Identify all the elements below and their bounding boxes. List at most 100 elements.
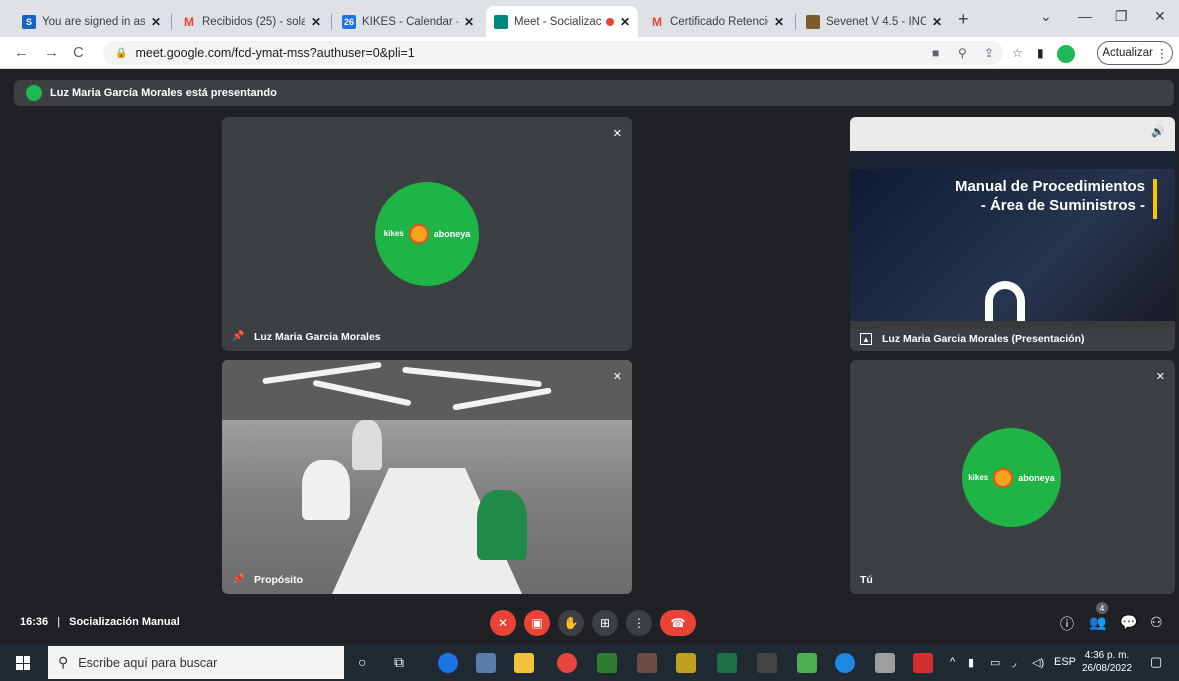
profile-avatar[interactable] [1057, 45, 1075, 63]
acrobat-icon[interactable] [913, 653, 933, 673]
app-icon[interactable] [637, 653, 657, 673]
calendar-icon: 26 [342, 14, 356, 29]
person-right [477, 490, 527, 560]
close-window-button[interactable]: ✕ [1154, 8, 1166, 25]
hand-icon: ✋ [563, 616, 579, 630]
input-language[interactable]: ESP [1054, 656, 1076, 668]
person-left [302, 460, 350, 520]
tray-network-icon[interactable]: ▭ [990, 656, 1000, 669]
meeting-details-icon[interactable]: ⓘ [1060, 614, 1074, 634]
raise-hand-button[interactable]: ✋ [558, 610, 584, 636]
tray-wifi-icon[interactable]: ◞ [1012, 656, 1016, 669]
app-icon[interactable] [797, 653, 817, 673]
tab-sevenet[interactable]: Sevenet V 4.5 - INCUE ✕ [798, 6, 950, 37]
close-tab-icon[interactable]: ✕ [932, 15, 942, 29]
tray-mic-icon[interactable]: ▮ [968, 656, 974, 669]
camera-icon[interactable]: ■ [932, 46, 939, 60]
app-icon[interactable] [757, 653, 777, 673]
mic-off-icon: ✕ [497, 616, 509, 630]
presentation-tile[interactable]: Manual de Procedimientos - Área de Sumin… [850, 117, 1175, 351]
file-explorer-icon[interactable] [514, 653, 534, 673]
excel-icon[interactable] [717, 653, 737, 673]
browser-tab-bar: S You are signed in as S ✕ M Recibidos (… [0, 0, 1179, 37]
participant-tile-proposito[interactable]: ✕ 📌 Propósito [222, 360, 632, 594]
chat-icon[interactable]: 💬 [1120, 614, 1137, 631]
new-tab-button[interactable]: + [958, 9, 969, 30]
person-standing [352, 420, 382, 470]
present-icon: ▲ [860, 333, 872, 345]
lock-icon: 🔒 [115, 47, 128, 59]
activities-icon[interactable]: ⚇ [1150, 614, 1163, 631]
side-panel-icon[interactable]: ▮ [1037, 46, 1044, 60]
mic-off-icon: ✕ [1155, 371, 1165, 383]
more-vert-icon: ⋮ [633, 616, 645, 630]
presenting-banner: Luz Maria García Morales está presentand… [14, 80, 1174, 106]
forward-icon[interactable]: → [44, 44, 59, 61]
notifications-icon[interactable]: ▢ [1150, 654, 1162, 670]
bookmark-star-icon[interactable]: ☆ [1012, 46, 1023, 60]
mic-off-icon: ✕ [612, 371, 622, 383]
more-options-button[interactable]: ⋮ [626, 610, 652, 636]
people-icon[interactable]: 👥 [1089, 614, 1106, 631]
cortana-icon[interactable]: ○ [358, 654, 366, 670]
sun-logo-icon [993, 467, 1014, 488]
close-tab-icon[interactable]: ✕ [311, 15, 321, 29]
shared-browser-chrome [850, 117, 1175, 151]
meet-control-bar: 16:36 | Socialización Manual ✕ ▣ ✋ ⊞ ⋮ ☎… [0, 600, 1179, 644]
back-icon[interactable]: ← [14, 44, 29, 61]
chrome-icon[interactable] [557, 653, 577, 673]
task-view-icon[interactable]: ⧉ [394, 654, 404, 671]
edge-icon[interactable] [438, 653, 458, 673]
tab-calendar[interactable]: 26 KIKES - Calendar - De ✕ [334, 6, 482, 37]
search-icon: ⚲ [58, 654, 69, 670]
zoom-icon[interactable]: ⚲ [958, 46, 967, 60]
restore-button[interactable]: ❐ [1115, 8, 1128, 25]
update-button[interactable]: Actualizar ⋮ [1097, 41, 1173, 65]
reload-icon[interactable]: C [73, 44, 84, 61]
tray-volume-icon[interactable]: ◁) [1032, 656, 1044, 669]
minimize-button[interactable]: — [1078, 8, 1092, 24]
phone-hangup-icon: ☎ [670, 616, 686, 630]
pin-icon: 📌 [232, 574, 245, 585]
shared-taskbar [850, 321, 1175, 329]
gmail-icon: M [184, 14, 194, 29]
sevenet-icon [806, 14, 820, 29]
presenter-avatar [26, 85, 42, 101]
mic-off-icon: ✕ [612, 128, 622, 140]
participant-tile-you[interactable]: ✕ kikes aboneya Tú [850, 360, 1175, 594]
company-logo: kikes aboneya [375, 182, 479, 286]
app-icon[interactable] [835, 653, 855, 673]
app-icon[interactable] [875, 653, 895, 673]
shared-screen: Manual de Procedimientos - Área de Sumin… [850, 117, 1175, 329]
close-tab-icon[interactable]: ✕ [774, 15, 784, 29]
close-tab-icon[interactable]: ✕ [151, 15, 161, 29]
windows-start-icon[interactable] [16, 656, 30, 670]
meet-icon [494, 14, 508, 29]
tab-favicon-icon: S [22, 14, 36, 29]
tab-search-icon[interactable]: ⌄ [1040, 8, 1052, 25]
app-icon[interactable] [597, 653, 617, 673]
meeting-info: 16:36 | Socialización Manual [20, 616, 180, 628]
tab-meet[interactable]: Meet - Socializaci ✕ [486, 6, 638, 37]
taskbar-clock[interactable]: 4:36 p. m. 26/08/2022 [1079, 649, 1135, 675]
close-tab-icon[interactable]: ✕ [464, 15, 474, 29]
camera-toggle-button[interactable]: ▣ [524, 610, 550, 636]
participant-count-badge: 4 [1096, 602, 1108, 614]
camera-off-icon: ▣ [531, 616, 543, 630]
tab-signed-in[interactable]: S You are signed in as S ✕ [14, 6, 169, 37]
tab-certificado[interactable]: M Certificado Retención ✕ [642, 6, 792, 37]
room-video [222, 360, 632, 594]
close-tab-icon[interactable]: ✕ [620, 15, 630, 29]
url-input[interactable]: 🔒 meet.google.com/fcd-ymat-mss?authuser=… [103, 41, 1003, 65]
taskbar-search-box[interactable]: ⚲ Escribe aquí para buscar [48, 646, 344, 679]
app-icon[interactable] [676, 653, 696, 673]
share-icon[interactable]: ⇪ [984, 46, 994, 60]
slide-logo-icon [985, 281, 1025, 321]
participant-tile-luz[interactable]: ✕ kikes aboneya 📌 Luz Maria Garcia Moral… [222, 117, 632, 351]
leave-call-button[interactable]: ☎ [660, 610, 696, 636]
app-icon[interactable] [476, 653, 496, 673]
mic-toggle-button[interactable]: ✕ [490, 610, 516, 636]
present-button[interactable]: ⊞ [592, 610, 618, 636]
tab-gmail-inbox[interactable]: M Recibidos (25) - solan ✕ [174, 6, 329, 37]
tray-chevron-icon[interactable]: ^ [950, 656, 955, 668]
